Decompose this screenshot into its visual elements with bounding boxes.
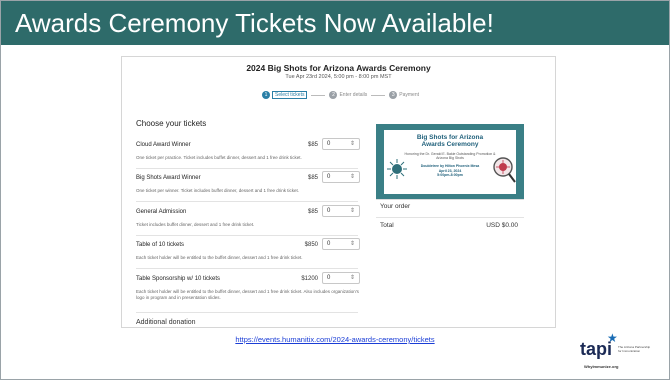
logo-tagline: The Arizona Partnership for Immunization	[618, 345, 651, 353]
divider	[136, 235, 358, 236]
ticket-name: Table of 10 tickets	[136, 242, 185, 248]
divider	[136, 168, 358, 169]
slide: Awards Ceremony Tickets Now Available! 2…	[0, 0, 670, 380]
step-label: Select tickets	[272, 91, 308, 99]
quantity-select[interactable]: 0 ⇕	[322, 205, 360, 217]
step-number: 2	[329, 91, 338, 99]
banner-date: Doubletree by Hilton Phoenix Mesa April …	[404, 164, 496, 178]
ticket-description: Each ticket holder will be entitled to t…	[136, 255, 303, 260]
ticket-price: $85	[307, 175, 318, 181]
ticket-name: Cloud Award Winner	[136, 142, 191, 148]
ticket-description: One ticket per practice. Ticket includes…	[136, 155, 302, 160]
ticket-price: $1200	[301, 276, 318, 282]
step-number: 1	[262, 91, 270, 99]
divider	[136, 268, 358, 269]
event-date: Tue Apr 23rd 2024, 5:00 pm - 8:00 pm MST	[285, 74, 392, 80]
divider	[136, 312, 358, 313]
banner-title: Big Shots for Arizona Awards Ceremony	[384, 134, 516, 148]
total-value: USD $0.00	[486, 222, 518, 229]
ticket-description: Each ticket holder will be entitled to t…	[136, 289, 359, 300]
banner-date-line: 5:00pm-8:00pm	[437, 173, 463, 177]
chevron-updown-icon: ⇕	[349, 241, 355, 247]
order-summary: Your order Total USD $0.00	[376, 199, 524, 232]
step-select-tickets[interactable]: 1 Select tickets	[262, 91, 308, 99]
quantity-select[interactable]: 0 ⇕	[322, 238, 360, 250]
quantity-value: 0	[327, 141, 331, 147]
tapi-logo: ★ tapi The Arizona Partnership for Immun…	[580, 331, 652, 371]
banner-card: Big Shots for Arizona Awards Ceremony Ho…	[384, 130, 516, 194]
step-payment[interactable]: 3 Payment	[389, 91, 419, 99]
ticket-description: One ticket per winner. Ticket includes b…	[136, 188, 300, 193]
event-banner-image: Big Shots for Arizona Awards Ceremony Ho…	[376, 124, 524, 200]
ticket-price: $85	[307, 209, 318, 215]
ticket-name: Table Sponsorship w/ 10 tickets	[136, 276, 221, 282]
banner-title-line: Big Shots for Arizona	[416, 134, 484, 141]
ticket-price: $850	[304, 242, 318, 248]
quantity-value: 0	[327, 208, 331, 214]
step-label: Payment	[399, 92, 419, 98]
quantity-value: 0	[327, 174, 331, 180]
ticket-name: Big Shots Award Winner	[136, 175, 201, 181]
ticket-name: General Admission	[136, 209, 187, 215]
slide-title: Awards Ceremony Tickets Now Available!	[15, 7, 494, 38]
choose-tickets-heading: Choose your tickets	[136, 119, 207, 128]
chevron-updown-icon: ⇕	[349, 141, 355, 147]
logo-wordmark: tapi	[580, 339, 613, 359]
order-title: Your order	[380, 203, 411, 210]
quantity-select[interactable]: 0 ⇕	[322, 171, 360, 183]
quantity-value: 0	[327, 275, 331, 281]
title-bar: Awards Ceremony Tickets Now Available!	[1, 1, 669, 45]
ticket-description: Ticket includes buffet dinner, dessert a…	[136, 222, 255, 227]
magnified-virus-icon	[493, 157, 516, 183]
ticket-page-screenshot: 2024 Big Shots for Arizona Awards Ceremo…	[121, 56, 556, 328]
ticket-price: $85	[307, 142, 318, 148]
checkout-steps: 1 Select tickets 2 Enter details 3 Payme…	[262, 91, 419, 99]
step-number: 3	[389, 91, 398, 99]
banner-subtitle: Honoring the Dr. Gerald E. Bakie Outstan…	[404, 152, 496, 160]
quantity-select[interactable]: 0 ⇕	[322, 138, 360, 150]
step-label: Enter details	[339, 92, 368, 98]
step-divider	[371, 94, 386, 96]
event-title: 2024 Big Shots for Arizona Awards Ceremo…	[246, 63, 431, 73]
chevron-updown-icon: ⇕	[349, 275, 355, 281]
quantity-select[interactable]: 0 ⇕	[322, 272, 360, 284]
virus-icon	[387, 159, 407, 179]
quantity-value: 0	[327, 241, 331, 247]
banner-title-line: Awards Ceremony	[421, 141, 479, 148]
logo-url: WhyImmunize.org	[584, 364, 619, 369]
tickets-link[interactable]: https://events.humanitix.com/2024-awards…	[1, 335, 669, 344]
step-enter-details[interactable]: 2 Enter details	[329, 91, 367, 99]
divider	[376, 217, 524, 218]
total-label: Total	[380, 222, 394, 229]
step-divider	[311, 94, 326, 96]
divider	[136, 201, 358, 202]
additional-donation-heading: Additional donation	[136, 319, 196, 326]
chevron-updown-icon: ⇕	[349, 208, 355, 214]
chevron-updown-icon: ⇕	[349, 174, 355, 180]
